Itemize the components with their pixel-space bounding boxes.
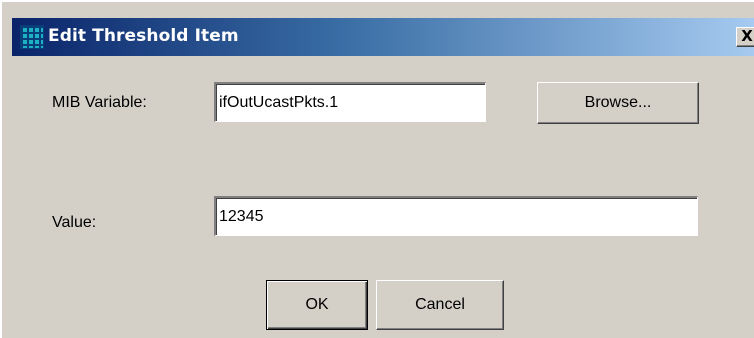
browse-button[interactable]: Browse... [537,82,699,124]
value-label: Value: [52,214,97,231]
cancel-button[interactable]: Cancel [376,280,504,330]
ok-button[interactable]: OK [266,280,368,330]
mib-variable-label: MIB Variable: [52,94,147,111]
mib-variable-input[interactable] [214,82,486,122]
edit-threshold-dialog: Edit Threshold Item X MIB Variable: Brow… [0,0,754,338]
title-bar[interactable]: Edit Threshold Item X [12,18,754,56]
window-title: Edit Threshold Item [48,26,239,46]
grid-app-icon [20,25,44,49]
close-button[interactable]: X [736,27,754,47]
value-input[interactable] [214,196,698,236]
